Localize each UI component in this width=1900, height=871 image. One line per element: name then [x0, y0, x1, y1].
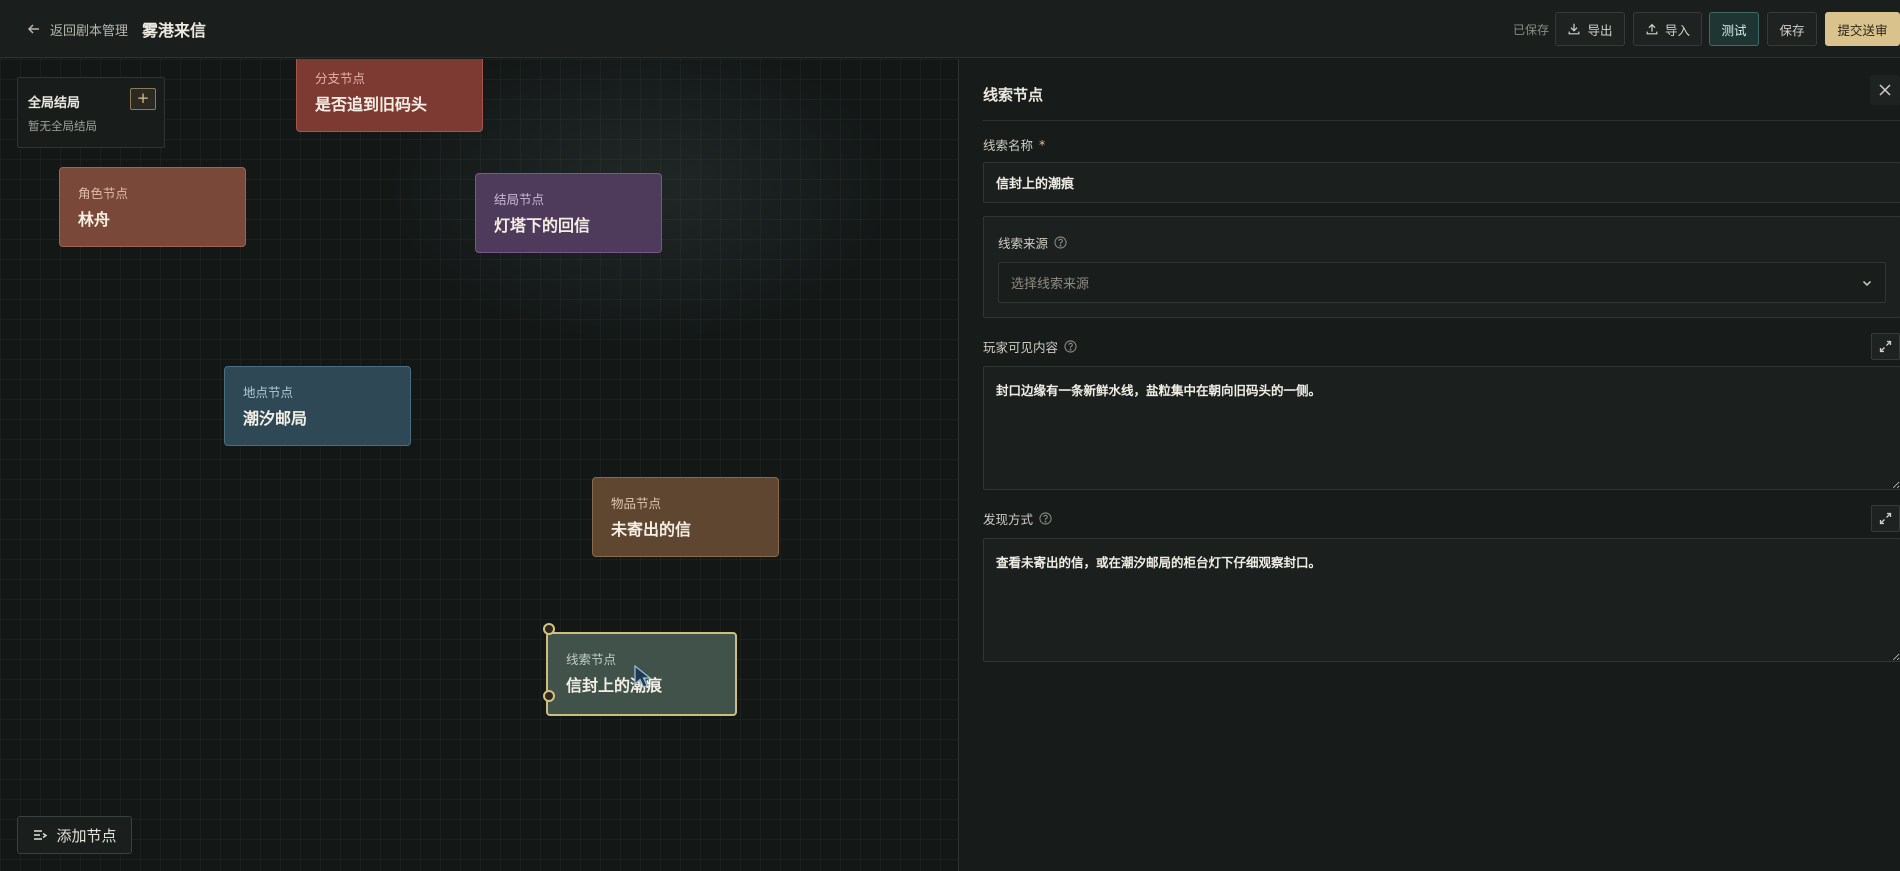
connection-handle-top[interactable] [543, 623, 555, 635]
required-mark: * [1039, 137, 1046, 152]
discovery-method-textarea[interactable]: 查看未寄出的信，或在潮汐邮局的柜台灯下仔细观察封口。 [983, 538, 1900, 662]
branch-node[interactable]: 分支节点 是否追到旧码头 [296, 59, 483, 132]
clue-source-placeholder: 选择线索来源 [1011, 277, 1090, 292]
submit-review-button[interactable]: 提交送审 [1825, 12, 1900, 46]
test-button[interactable]: 测试 [1709, 12, 1759, 46]
help-circle-icon[interactable] [1039, 512, 1052, 525]
chevron-down-icon [1862, 280, 1872, 286]
node-type-label: 结局节点 [494, 192, 545, 207]
clue-source-select[interactable]: 选择线索来源 [998, 262, 1886, 303]
clue-source-group: 线索来源 选择线索来源 [983, 216, 1900, 318]
visible-content-label-text: 玩家可见内容 [983, 340, 1059, 355]
clue-name-label-text: 线索名称 [983, 138, 1034, 153]
upload-icon [1646, 23, 1658, 35]
save-status: 已保存 [1513, 23, 1550, 37]
node-type-label: 角色节点 [78, 186, 129, 201]
panel-title: 线索节点 [983, 86, 1044, 104]
global-endings-empty-text: 暂无全局结局 [28, 119, 97, 133]
location-node[interactable]: 地点节点 潮汐邮局 [224, 366, 411, 446]
list-add-icon [34, 830, 48, 840]
download-icon [1569, 23, 1580, 35]
node-type-label: 物品节点 [611, 496, 662, 511]
clue-source-label: 线索来源 [998, 233, 1067, 252]
item-node[interactable]: 物品节点 未寄出的信 [592, 477, 779, 557]
discovery-method-label-text: 发现方式 [983, 512, 1034, 527]
node-type-label: 地点节点 [243, 385, 294, 400]
clue-source-label-text: 线索来源 [998, 236, 1049, 251]
node-type-label: 分支节点 [315, 71, 366, 86]
clue-name-input[interactable] [983, 162, 1900, 203]
node-canvas[interactable]: 全局结局 + 暂无全局结局 分支节点 是否追到旧码头 角色节点 林舟 结局节点 … [0, 59, 958, 871]
ending-node[interactable]: 结局节点 灯塔下的回信 [475, 173, 662, 253]
node-name: 未寄出的信 [611, 520, 692, 539]
connection-handle-left[interactable] [543, 690, 555, 702]
save-button[interactable]: 保存 [1767, 12, 1817, 46]
arrow-left-icon [27, 24, 39, 34]
clue-name-label: 线索名称 * [983, 135, 1045, 154]
close-icon [1879, 84, 1891, 96]
node-name: 是否追到旧码头 [315, 95, 428, 114]
help-circle-icon[interactable] [1054, 236, 1067, 249]
back-link-label: 返回剧本管理 [50, 23, 129, 39]
expand-icon [1879, 340, 1892, 353]
export-button[interactable]: 导出 [1555, 12, 1625, 46]
discovery-method-label: 发现方式 [983, 509, 1052, 528]
global-endings-panel: 全局结局 + 暂无全局结局 [17, 77, 165, 148]
panel-divider [983, 120, 1900, 121]
import-button[interactable]: 导入 [1633, 12, 1702, 46]
node-type-label: 线索节点 [566, 652, 617, 667]
expand-icon [1879, 512, 1892, 525]
node-properties-panel: 线索节点 线索名称 * 线索来源 选择线索来源 玩家可见内容 [958, 59, 1900, 871]
global-endings-title: 全局结局 [28, 96, 81, 111]
back-to-scripts-link[interactable]: 返回剧本管理 [26, 19, 128, 39]
cursor-icon [634, 664, 652, 688]
node-name: 灯塔下的回信 [494, 216, 591, 235]
expand-visible-content-button[interactable] [1871, 333, 1900, 360]
visible-content-textarea[interactable]: 封口边缘有一条新鲜水线，盐粒集中在朝向旧码头的一侧。 [983, 366, 1900, 490]
import-label: 导入 [1664, 22, 1690, 38]
export-label: 导出 [1587, 22, 1613, 38]
role-node[interactable]: 角色节点 林舟 [59, 167, 246, 247]
add-node-label: 添加节点 [56, 826, 117, 845]
top-bar: 返回剧本管理 雾港来信 已保存 导出 导入 测试 保存 提交送审 [0, 0, 1900, 58]
add-global-ending-button[interactable]: + [130, 88, 156, 110]
script-title: 雾港来信 [142, 21, 207, 40]
node-name: 林舟 [78, 210, 111, 229]
expand-discovery-method-button[interactable] [1871, 505, 1900, 532]
close-panel-button[interactable] [1870, 75, 1900, 105]
visible-content-label: 玩家可见内容 [983, 337, 1077, 356]
node-name: 潮汐邮局 [243, 409, 308, 428]
help-circle-icon[interactable] [1064, 340, 1077, 353]
add-node-button[interactable]: 添加节点 [17, 816, 132, 854]
